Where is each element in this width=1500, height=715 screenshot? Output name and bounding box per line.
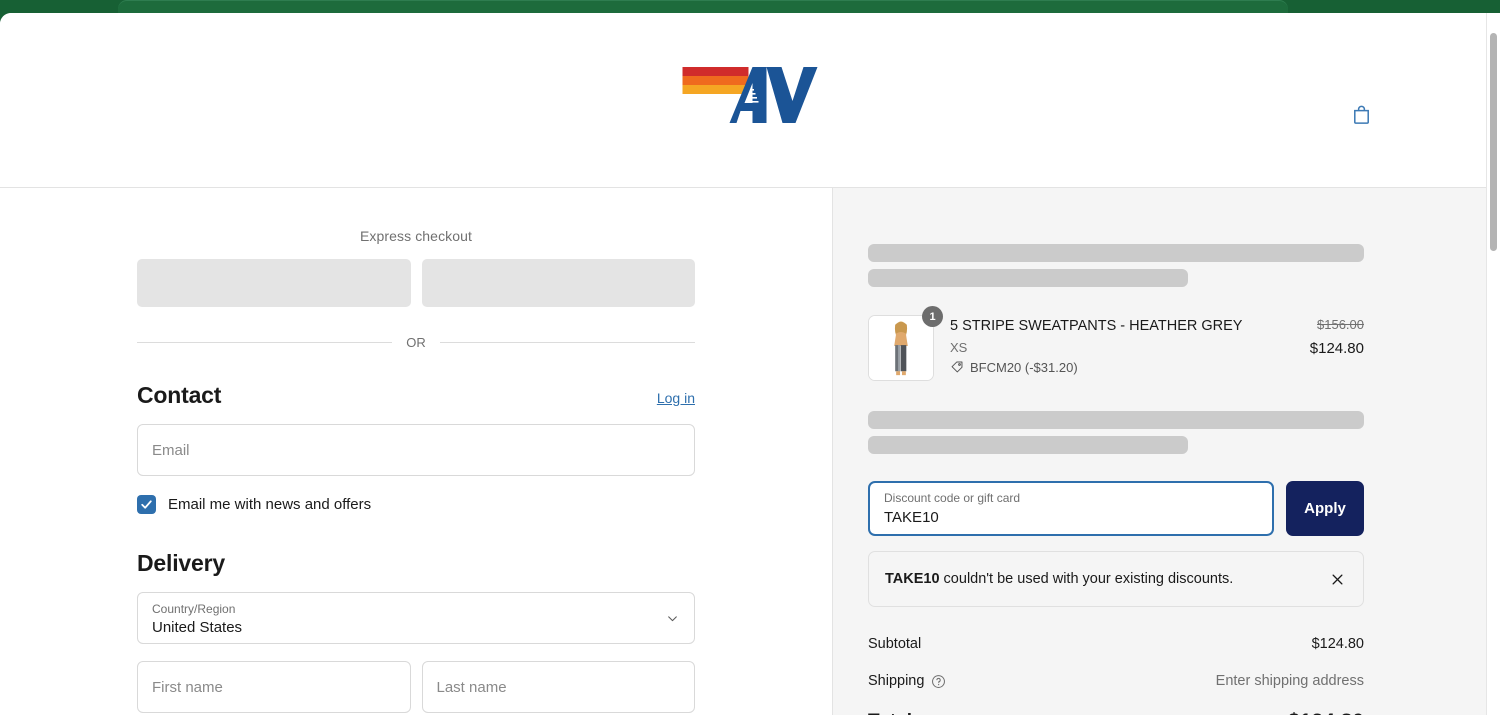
shipping-label: Shipping bbox=[868, 673, 925, 689]
close-icon bbox=[1332, 574, 1342, 584]
skeleton-bar bbox=[868, 411, 1364, 429]
subtotal-label: Subtotal bbox=[868, 636, 922, 652]
checkmark-icon bbox=[141, 500, 152, 509]
total-value: $124.80 bbox=[1288, 710, 1364, 715]
country-region-label: Country/Region bbox=[152, 602, 236, 616]
delivery-title: Delivery bbox=[137, 550, 225, 576]
last-name-field[interactable]: Last name bbox=[421, 661, 695, 713]
discount-code-input[interactable]: Discount code or gift card TAKE10 bbox=[868, 481, 1274, 536]
country-region-select[interactable]: Country/Region United States bbox=[137, 592, 695, 644]
last-name-placeholder: Last name bbox=[436, 679, 507, 696]
discount-code-value: TAKE10 bbox=[884, 509, 939, 526]
line-item-thumbnail-wrap: 1 bbox=[868, 306, 943, 381]
newsletter-label: Email me with news and offers bbox=[168, 496, 372, 513]
total-label: Total bbox=[868, 711, 912, 715]
discount-error-code: TAKE10 bbox=[885, 571, 940, 587]
product-image bbox=[869, 316, 933, 380]
subtotal-value: $124.80 bbox=[1311, 636, 1364, 652]
express-checkout-button-1[interactable] bbox=[137, 259, 411, 307]
contact-title: Contact bbox=[137, 382, 222, 408]
shipping-value: Enter shipping address bbox=[1215, 673, 1364, 689]
skeleton-bar bbox=[868, 269, 1188, 287]
shopping-bag-icon bbox=[1353, 105, 1369, 124]
total-row: Total $124.80 bbox=[868, 710, 1364, 715]
newsletter-checkbox[interactable] bbox=[137, 495, 156, 514]
skeleton-bar bbox=[868, 436, 1188, 454]
country-region-value: United States bbox=[152, 619, 243, 636]
subtotal-row: Subtotal $124.80 bbox=[868, 636, 1364, 652]
email-placeholder: Email bbox=[152, 442, 190, 459]
page-viewport: Express checkout OR Contact Log in Email bbox=[0, 13, 1500, 715]
first-name-field[interactable]: First name bbox=[137, 661, 411, 713]
shipping-label-wrap: Shipping bbox=[868, 673, 946, 689]
dismiss-error-button[interactable] bbox=[1327, 569, 1347, 589]
login-link[interactable]: Log in bbox=[657, 390, 695, 406]
order-line-item: 1 5 STRIPE SWEATPANTS - HEATHER GREY XS … bbox=[868, 306, 1364, 381]
or-divider: OR bbox=[137, 335, 695, 350]
line-item-discount: BFCM20 (-$31.20) bbox=[950, 360, 1294, 375]
line-item-price: $124.80 bbox=[1309, 340, 1364, 357]
summary-mid-skeletons bbox=[868, 411, 1364, 454]
page-scrollbar[interactable] bbox=[1486, 13, 1500, 715]
browser-window: Express checkout OR Contact Log in Email bbox=[0, 0, 1500, 715]
discount-error-text: TAKE10 couldn't be used with your existi… bbox=[885, 571, 1233, 587]
discount-error-message: couldn't be used with your existing disc… bbox=[939, 571, 1234, 587]
store-header bbox=[0, 13, 1500, 188]
newsletter-row[interactable]: Email me with news and offers bbox=[137, 495, 695, 514]
store-logo[interactable] bbox=[682, 61, 818, 129]
line-item-compare-at-price: $156.00 bbox=[1317, 317, 1364, 332]
delivery-section-header: Delivery bbox=[137, 550, 695, 577]
line-item-info: 5 STRIPE SWEATPANTS - HEATHER GREY XS BF… bbox=[950, 315, 1294, 375]
line-item-discount-label: BFCM20 (-$31.20) bbox=[970, 359, 1078, 375]
line-item-quantity-badge: 1 bbox=[922, 306, 943, 327]
express-checkout-label: Express checkout bbox=[359, 228, 473, 244]
divider-rule-right bbox=[439, 342, 695, 343]
checkout-body: Express checkout OR Contact Log in Email bbox=[0, 188, 1500, 715]
line-item-title: 5 STRIPE SWEATPANTS - HEATHER GREY bbox=[950, 318, 1243, 334]
express-checkout-button-2[interactable] bbox=[421, 259, 695, 307]
order-totals: Subtotal $124.80 Shipping Enter shipping… bbox=[868, 636, 1364, 715]
discount-tag-icon bbox=[951, 361, 963, 373]
shipping-row: Shipping Enter shipping address bbox=[868, 673, 1364, 689]
checkout-form-column: Express checkout OR Contact Log in Email bbox=[0, 188, 833, 715]
discount-code-label: Discount code or gift card bbox=[884, 491, 1021, 505]
product-thumbnail bbox=[868, 315, 934, 381]
name-row: First name Last name bbox=[137, 661, 695, 715]
divider-rule-left bbox=[137, 342, 393, 343]
discount-error-banner: TAKE10 couldn't be used with your existi… bbox=[868, 551, 1364, 607]
apply-discount-button[interactable]: Apply bbox=[1286, 481, 1364, 536]
cart-button[interactable] bbox=[1344, 97, 1378, 131]
summary-top-skeletons bbox=[868, 188, 1364, 287]
skeleton-bar bbox=[868, 244, 1364, 262]
express-checkout-buttons bbox=[137, 259, 695, 307]
order-summary-column: 1 5 STRIPE SWEATPANTS - HEATHER GREY XS … bbox=[833, 188, 1500, 715]
browser-active-tab[interactable] bbox=[118, 0, 1288, 14]
email-field[interactable]: Email bbox=[137, 424, 695, 476]
first-name-placeholder: First name bbox=[152, 679, 223, 696]
line-item-prices: $156.00 $124.80 bbox=[1310, 315, 1364, 357]
help-question-icon[interactable] bbox=[931, 674, 946, 689]
contact-section-header: Contact Log in bbox=[137, 382, 695, 409]
discount-row: Discount code or gift card TAKE10 Apply bbox=[868, 481, 1364, 536]
chevron-down-icon bbox=[666, 612, 679, 625]
or-label: OR bbox=[406, 335, 426, 350]
line-item-variant: XS bbox=[950, 339, 968, 355]
page-scrollbar-thumb[interactable] bbox=[1490, 33, 1497, 251]
